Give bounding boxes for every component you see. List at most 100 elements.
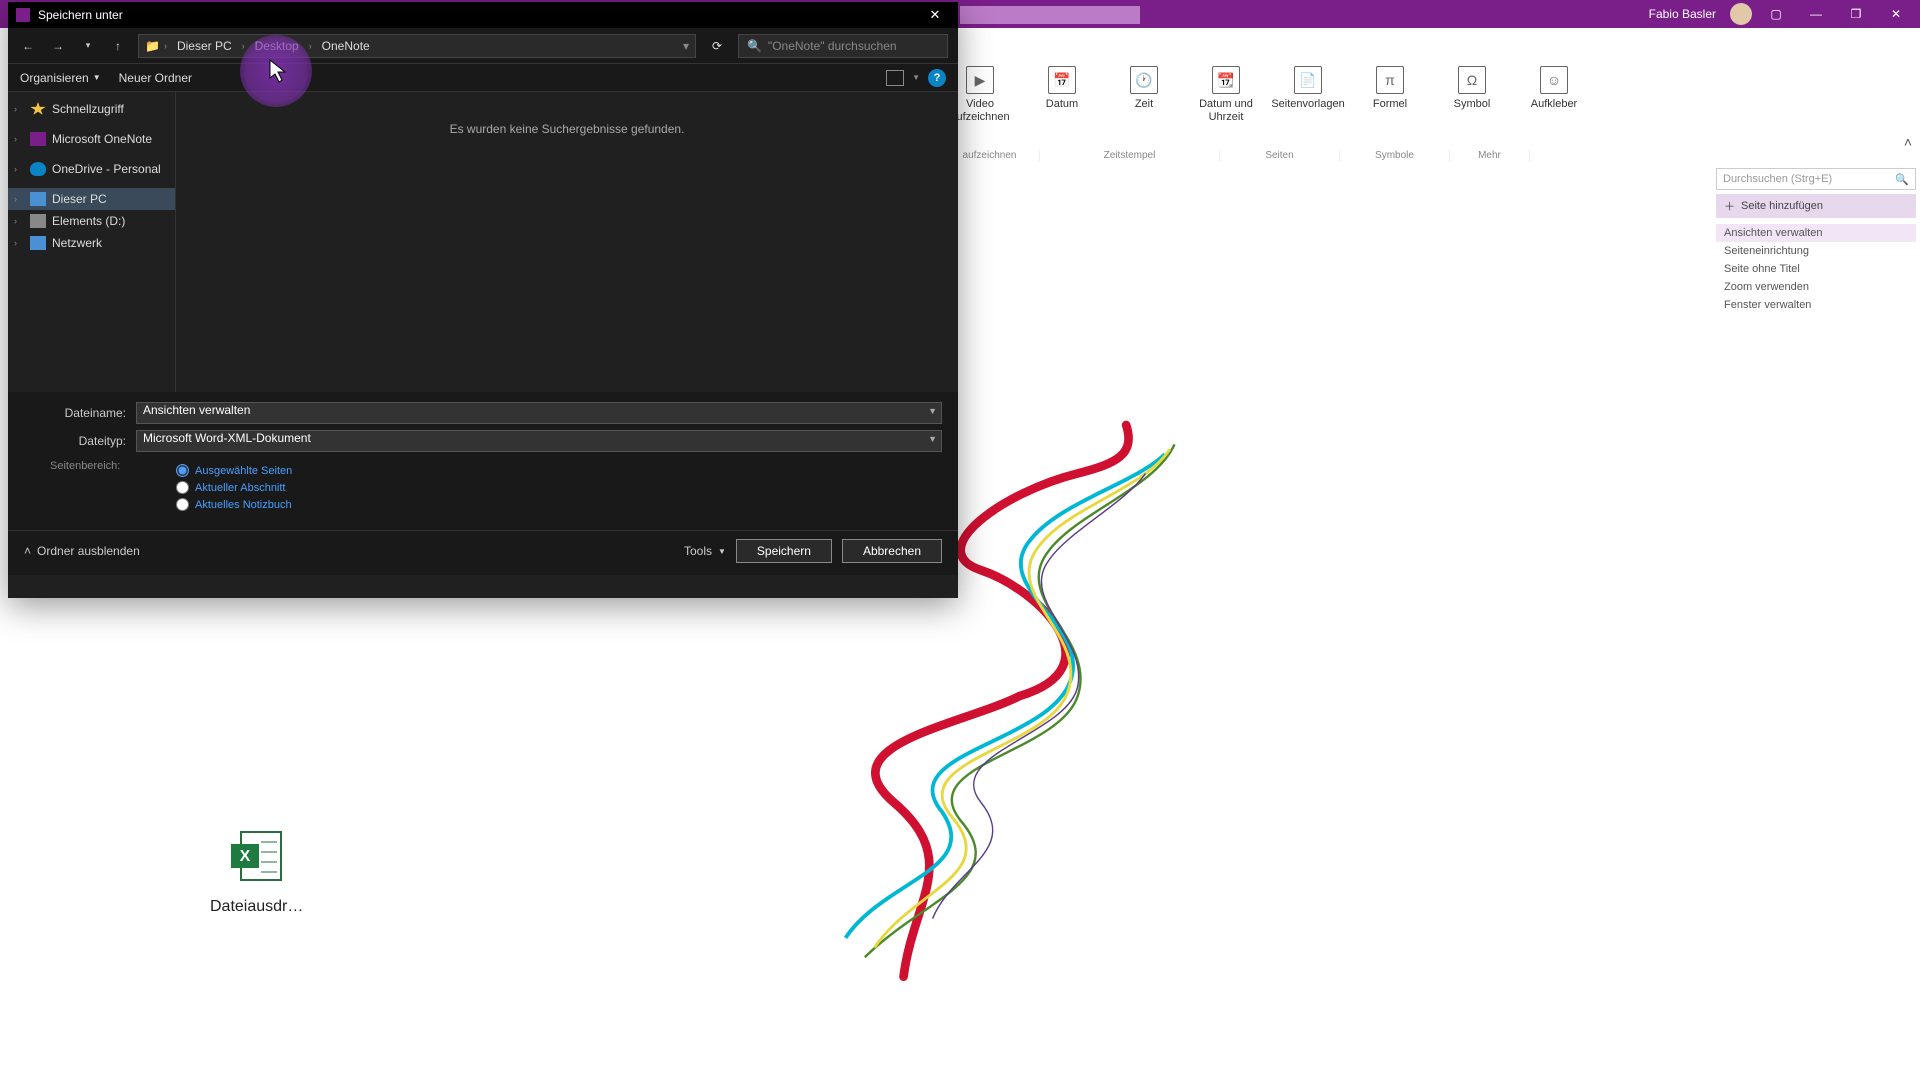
collapse-ribbon-icon[interactable]: ˄	[1904, 134, 1912, 150]
tree-label: OneDrive - Personal	[52, 162, 161, 176]
filename-input[interactable]: Ansichten verwalten ▼	[136, 402, 942, 424]
ribbon-group-label: Symbole	[1340, 150, 1450, 161]
ribbon-icon: ▶	[966, 66, 994, 94]
save-button[interactable]: Speichern	[736, 539, 832, 563]
close-icon[interactable]: ✕	[1880, 4, 1912, 24]
dialog-title: Speichern unter	[38, 8, 920, 22]
ribbon-icon: Ω	[1458, 66, 1486, 94]
page-item[interactable]: Ansichten verwalten	[1716, 224, 1916, 242]
breadcrumb-seg-2[interactable]: OneNote	[316, 37, 376, 55]
chevron-right-icon[interactable]: ›	[242, 41, 245, 51]
tree-label: Netzwerk	[52, 236, 102, 250]
ribbon-item-7[interactable]: ☺Aufkleber	[1524, 66, 1584, 111]
add-page-button[interactable]: ＋ Seite hinzufügen	[1716, 194, 1916, 218]
ribbon-item-6[interactable]: ΩSymbol	[1442, 66, 1502, 111]
user-name: Fabio Basler	[1649, 7, 1716, 21]
tree-item-netzwerk[interactable]: › Netzwerk	[8, 232, 175, 254]
chevron-right-icon[interactable]: ›	[14, 216, 24, 226]
chevron-right-icon[interactable]: ›	[164, 41, 167, 51]
chevron-right-icon[interactable]: ›	[14, 134, 24, 144]
chevron-right-icon[interactable]: ›	[14, 194, 24, 204]
tree-item-onedrive-personal[interactable]: › OneDrive - Personal	[8, 158, 175, 180]
file-label: Dateiausdr…	[210, 898, 303, 916]
chevron-down-icon[interactable]: ▼	[928, 406, 937, 416]
page-search-input[interactable]: Durchsuchen (Strg+E) 🔍	[1716, 168, 1916, 190]
tree-label: Elements (D:)	[52, 214, 125, 228]
minimize-icon[interactable]: —	[1800, 4, 1832, 24]
svg-text:X: X	[239, 848, 250, 865]
save-as-dialog: Speichern unter ✕ ← → ▾ ↑ 📁 › Dieser PC …	[8, 2, 958, 598]
ribbon-item-2[interactable]: 🕐Zeit	[1114, 66, 1174, 111]
hide-folders-label: Ordner ausblenden	[37, 544, 140, 558]
ribbon-icon: 📄	[1294, 66, 1322, 94]
folder-icon: 📁	[145, 39, 160, 53]
file-attachment[interactable]: X Dateiausdr…	[210, 826, 303, 916]
recent-dropdown-icon[interactable]: ▾	[78, 36, 98, 56]
help-icon[interactable]: ?	[928, 69, 946, 87]
page-item[interactable]: Zoom verwenden	[1716, 278, 1916, 296]
chevron-right-icon[interactable]: ›	[14, 104, 24, 114]
ribbon-label: Zeit	[1135, 98, 1153, 111]
empty-message: Es wurden keine Suchergebnisse gefunden.	[450, 122, 685, 136]
ribbon-icon: 📆	[1212, 66, 1240, 94]
chevron-down-icon[interactable]: ▼	[912, 73, 920, 82]
filename-value: Ansichten verwalten	[143, 403, 250, 417]
dialog-footer: ˄ Ordner ausblenden Tools ▼ Speichern Ab…	[8, 530, 958, 575]
ribbon-display-icon[interactable]: ▢	[1760, 4, 1792, 24]
forward-icon[interactable]: →	[48, 36, 68, 56]
ribbon-item-4[interactable]: 📄Seitenvorlagen	[1278, 66, 1338, 111]
ribbon-item-3[interactable]: 📆Datum und Uhrzeit	[1196, 66, 1256, 124]
ribbon-group-label: Seiten	[1220, 150, 1340, 161]
filetype-select[interactable]: Microsoft Word-XML-Dokument ▼	[136, 430, 942, 452]
page-item[interactable]: Seite ohne Titel	[1716, 260, 1916, 278]
new-folder-button[interactable]: Neuer Ordner	[119, 71, 192, 85]
organize-button[interactable]: Organisieren ▼	[20, 71, 101, 85]
onenote-icon	[30, 132, 46, 146]
breadcrumb-seg-0[interactable]: Dieser PC	[171, 37, 238, 55]
chevron-right-icon[interactable]: ›	[309, 41, 312, 51]
ribbon-item-5[interactable]: πFormel	[1360, 66, 1420, 111]
tree-item-dieser-pc[interactable]: › Dieser PC	[8, 188, 175, 210]
tree-item-elements-d-[interactable]: › Elements (D:)	[8, 210, 175, 232]
tree-item-schnellzugriff[interactable]: ›Schnellzugriff	[8, 98, 175, 120]
view-options-button[interactable]	[886, 70, 904, 86]
search-icon: 🔍	[1895, 173, 1909, 186]
title-search-bar[interactable]	[960, 6, 1140, 24]
breadcrumb-dropdown-icon[interactable]: ▾	[683, 39, 689, 53]
radio-selected-pages[interactable]: Ausgewählte Seiten	[176, 462, 292, 479]
tree-item-microsoft-onenote[interactable]: ›Microsoft OneNote	[8, 128, 175, 150]
cancel-button[interactable]: Abbrechen	[842, 539, 942, 563]
up-icon[interactable]: ↑	[108, 36, 128, 56]
dialog-close-button[interactable]: ✕	[920, 2, 950, 28]
radio-current-section[interactable]: Aktueller Abschnitt	[176, 479, 292, 496]
chevron-right-icon[interactable]: ›	[14, 164, 24, 174]
onenote-app-icon	[16, 8, 30, 22]
page-item[interactable]: Fenster verwalten	[1716, 296, 1916, 314]
dialog-nav: ← → ▾ ↑ 📁 › Dieser PC › Desktop › OneNot…	[8, 28, 958, 64]
ribbon-item-0[interactable]: ▶Video aufzeichnen	[950, 66, 1010, 124]
breadcrumb-seg-1[interactable]: Desktop	[249, 37, 305, 55]
hide-folders-button[interactable]: ˄ Ordner ausblenden	[24, 544, 140, 558]
add-page-label: Seite hinzufügen	[1741, 200, 1823, 212]
ribbon-label: Datum	[1046, 98, 1078, 111]
file-list-area: Es wurden keine Suchergebnisse gefunden.	[176, 92, 958, 392]
chevron-down-icon[interactable]: ▼	[928, 434, 937, 444]
nav-tree: ›Schnellzugriff›Microsoft OneNote›OneDri…	[8, 92, 176, 392]
organize-label: Organisieren	[20, 71, 89, 85]
maximize-icon[interactable]: ❐	[1840, 4, 1872, 24]
page-item[interactable]: Seiteneinrichtung	[1716, 242, 1916, 260]
avatar[interactable]	[1730, 3, 1752, 25]
ribbon-label: Aufkleber	[1531, 98, 1577, 111]
breadcrumb[interactable]: 📁 › Dieser PC › Desktop › OneNote ▾	[138, 34, 696, 58]
refresh-icon[interactable]: ⟳	[706, 35, 728, 57]
ribbon-item-1[interactable]: 📅Datum	[1032, 66, 1092, 111]
tools-button[interactable]: Tools ▼	[684, 544, 726, 558]
back-icon[interactable]: ←	[18, 36, 38, 56]
folder-search-input[interactable]: 🔍 "OneNote" durchsuchen	[738, 34, 948, 58]
chevron-right-icon[interactable]: ›	[14, 238, 24, 248]
tree-label: Dieser PC	[52, 192, 107, 206]
radio-label: Aktueller Abschnitt	[195, 482, 286, 494]
search-placeholder: Durchsuchen (Strg+E)	[1723, 173, 1832, 185]
radio-current-notebook[interactable]: Aktuelles Notizbuch	[176, 496, 292, 513]
ribbon-group-label: Mehr	[1450, 150, 1530, 161]
